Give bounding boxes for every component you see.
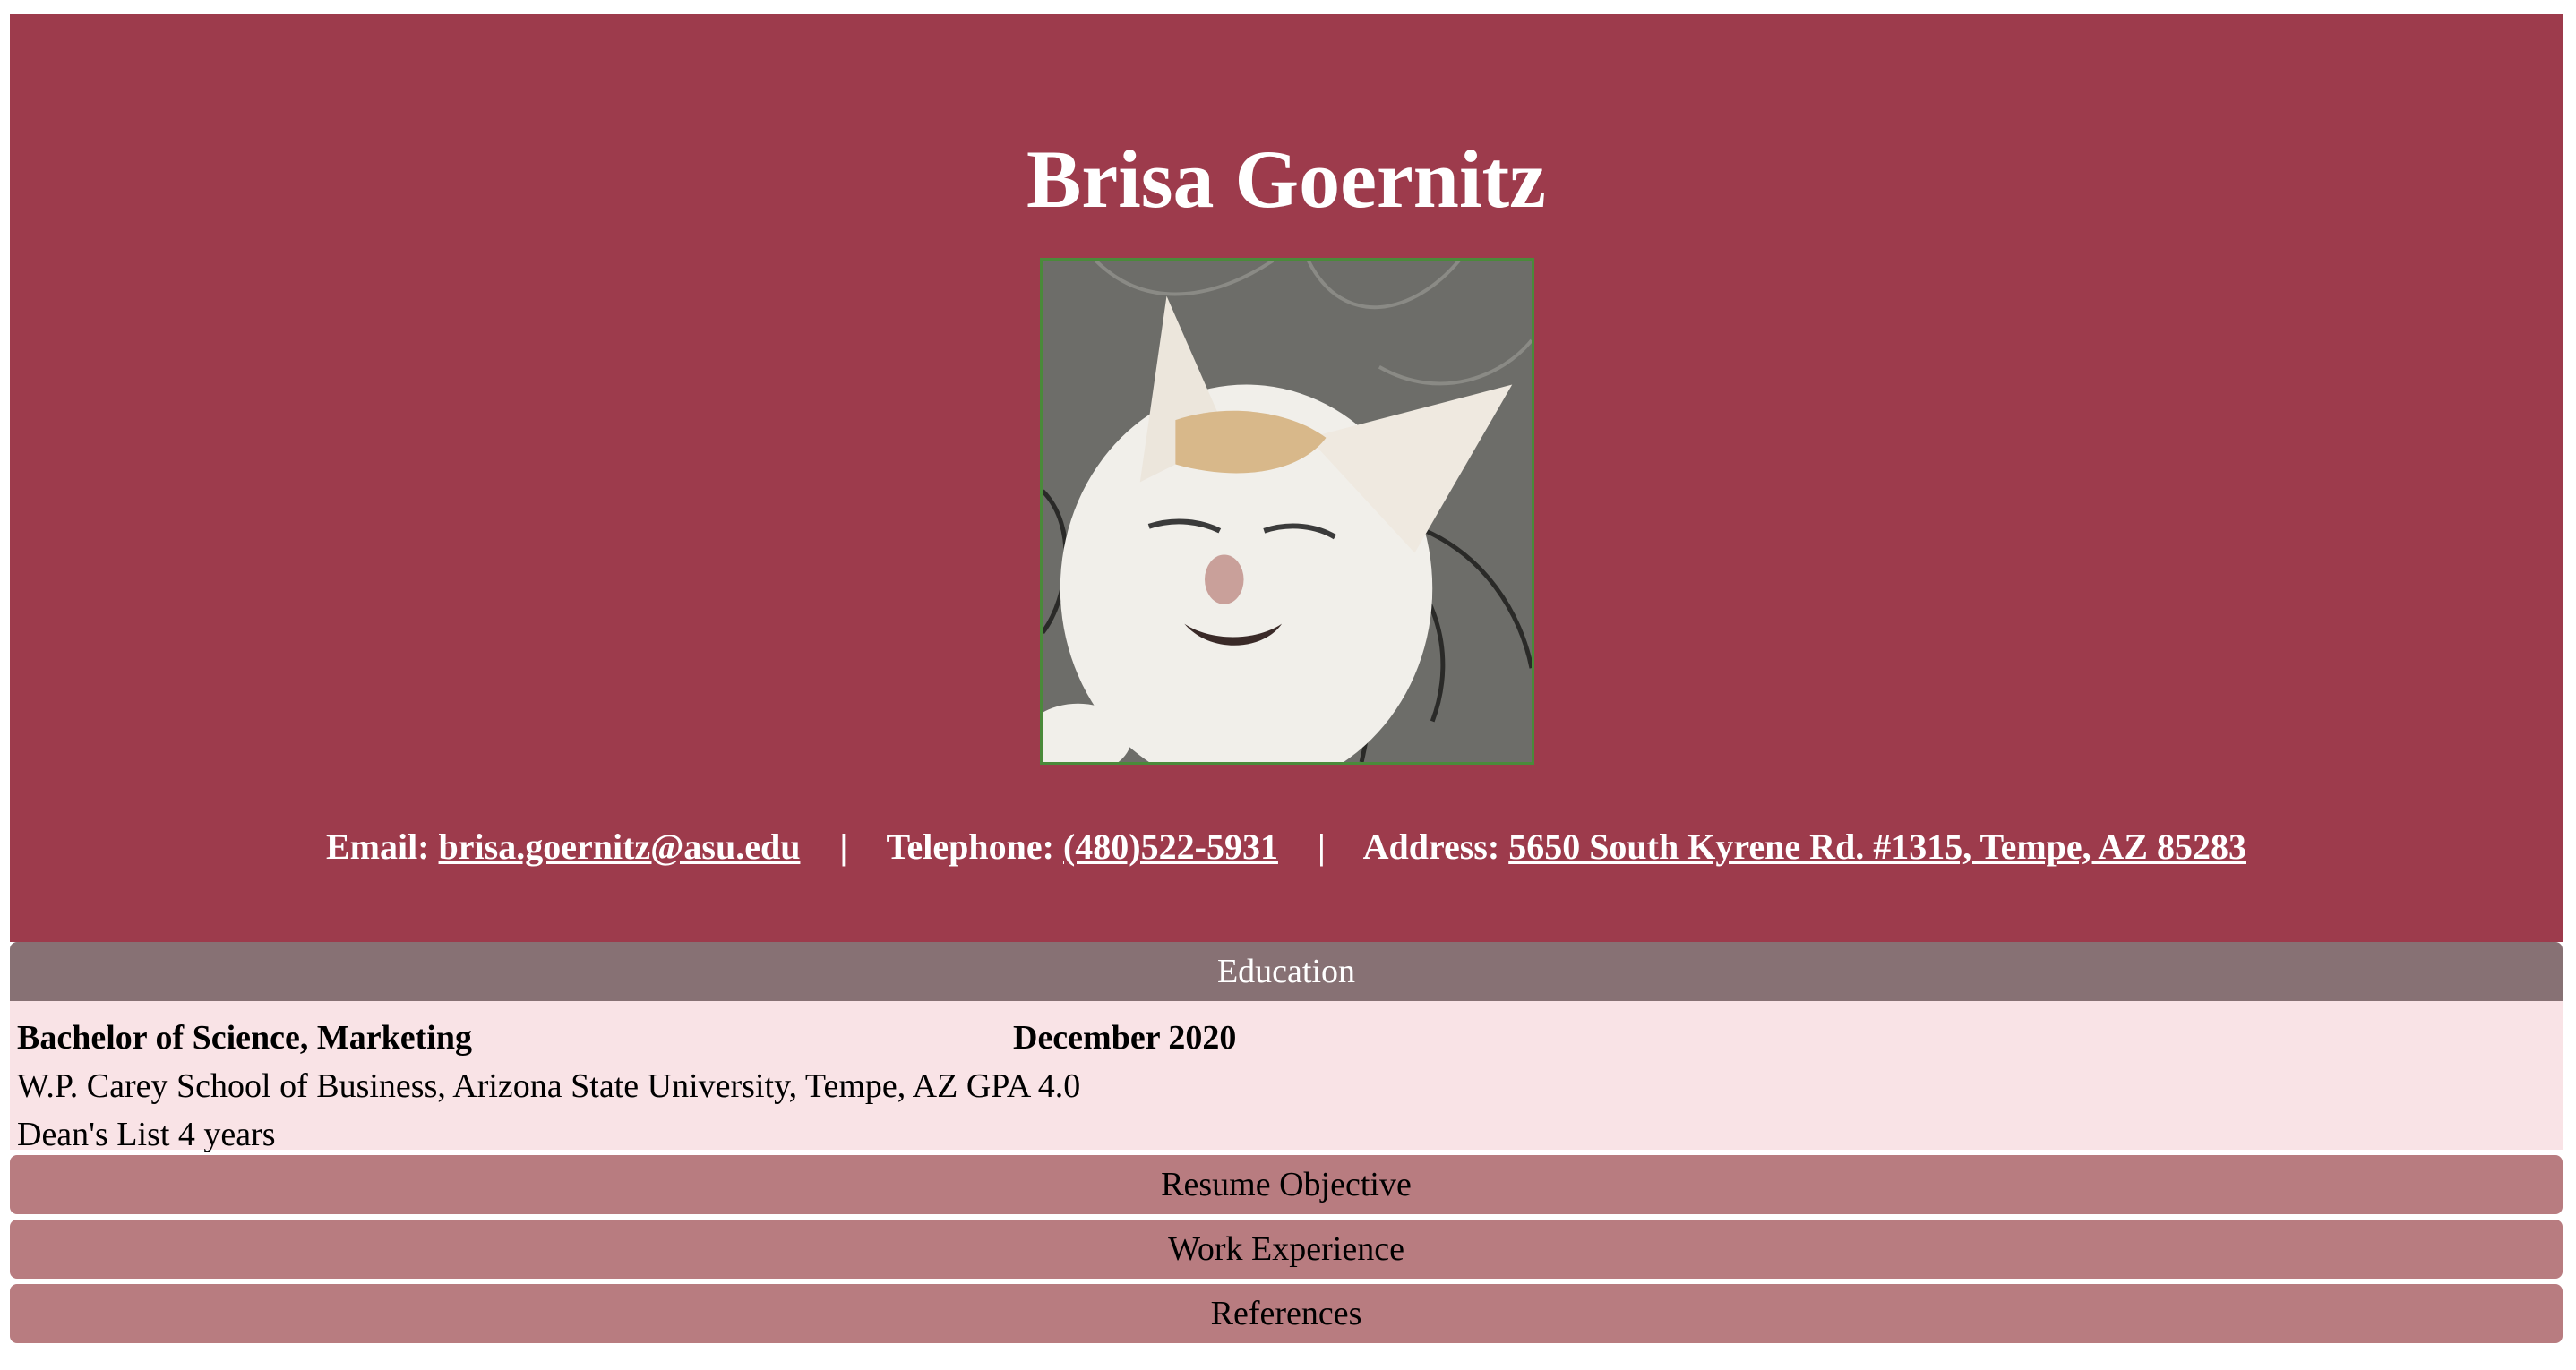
education-section-button[interactable]: Education <box>10 942 2563 1001</box>
address-link[interactable]: 5650 South Kyrene Rd. #1315, Tempe, AZ 8… <box>1508 826 2246 867</box>
education-panel: Bachelor of Science, Marketing December … <box>10 1001 2563 1153</box>
cat-photo-image <box>1043 261 1532 762</box>
telephone-link[interactable]: (480)522-5931 <box>1063 826 1278 867</box>
email-link[interactable]: brisa.goernitz@asu.edu <box>439 826 801 867</box>
honors: Dean's List 4 years <box>17 1116 276 1153</box>
graduation-date: December 2020 <box>1013 1019 1237 1057</box>
references-section-button[interactable]: References <box>10 1284 2563 1343</box>
separator: | <box>1317 826 1326 867</box>
school-info: W.P. Carey School of Business, Arizona S… <box>17 1067 1081 1105</box>
work-experience-section-button[interactable]: Work Experience <box>10 1220 2563 1279</box>
degree-title: Bachelor of Science, Marketing <box>17 1019 472 1057</box>
telephone-label: Telephone: <box>886 826 1054 867</box>
contact-line: Email: brisa.goernitz@asu.edu | Telephon… <box>10 829 2563 865</box>
page-title: Brisa Goernitz <box>1026 133 1546 225</box>
separator: | <box>839 826 848 867</box>
resume-header: Brisa Goernitz Email: brisa.goernitz@asu… <box>10 14 2563 942</box>
address-label: Address: <box>1362 826 1500 867</box>
resume-page: Brisa Goernitz Email: brisa.goernitz@asu… <box>10 14 2563 1343</box>
resume-objective-section-button[interactable]: Resume Objective <box>10 1155 2563 1214</box>
profile-photo <box>1040 258 1534 765</box>
email-label: Email: <box>326 826 430 867</box>
